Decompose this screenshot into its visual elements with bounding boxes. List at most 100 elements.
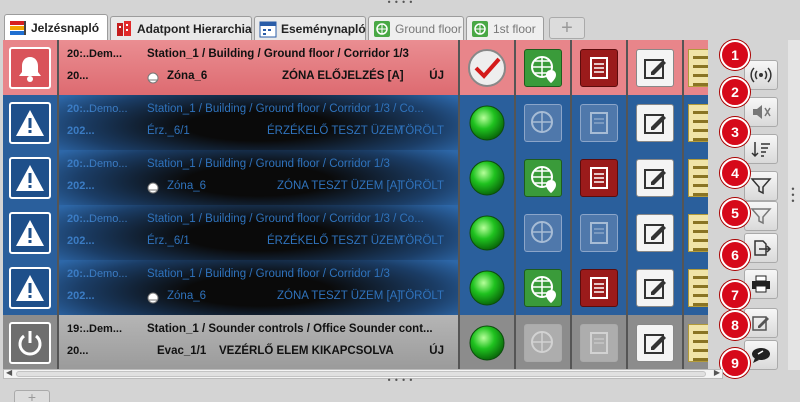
top-splitter-grip[interactable]: • • • • — [0, 0, 800, 8]
event-device: Érz._6/1 — [147, 235, 190, 247]
document-button[interactable] — [580, 49, 618, 87]
details-cell[interactable] — [684, 315, 708, 371]
document-cell — [572, 205, 628, 261]
details-list-icon — [688, 324, 708, 362]
event-type-cell — [3, 95, 59, 151]
document-button[interactable] — [580, 324, 618, 362]
edit-button[interactable] — [636, 159, 674, 197]
event-date: 20... — [67, 70, 89, 82]
edit-button[interactable] — [636, 269, 674, 307]
vertical-splitter-grip[interactable]: • • • — [787, 185, 799, 206]
event-status: ÚJ — [429, 70, 444, 82]
checkmark-icon[interactable] — [467, 48, 507, 88]
scroll-left-icon[interactable]: ◀ — [6, 368, 12, 377]
event-status: TÖRÖLT — [398, 125, 444, 137]
callout-badge-4: 4 — [720, 158, 750, 188]
document-button[interactable] — [580, 159, 618, 197]
event-path: Station_1 / Building / Ground floor / Co… — [147, 103, 424, 115]
tab-hierarchy[interactable]: Adatpont Hierarchia — [110, 16, 252, 40]
event-status: ÚJ — [429, 345, 444, 357]
locate-button[interactable] — [524, 159, 562, 197]
callout-badge-6: 6 — [720, 240, 750, 270]
tab-ground-floor[interactable]: Ground floor — [368, 16, 464, 40]
locate-button[interactable] — [524, 104, 562, 142]
document-cell — [572, 40, 628, 96]
acknowledge-cell[interactable] — [460, 40, 516, 96]
event-type-cell — [3, 315, 59, 371]
details-cell[interactable] — [684, 205, 708, 261]
event-text-cell: 20:... Station_1 / Building / Ground floo… — [59, 150, 460, 206]
detector-icon — [147, 292, 159, 304]
locate-button[interactable] — [524, 214, 562, 252]
event-source: Demo... — [89, 158, 128, 170]
scrollbar-thumb[interactable] — [16, 371, 706, 377]
table-row[interactable]: 20:... Station_1 / Building / Ground floo… — [3, 40, 708, 96]
table-row[interactable]: 19:... Station_1 / Sounder controls / Off… — [3, 315, 708, 371]
details-cell[interactable] — [684, 260, 708, 316]
details-cell[interactable] — [684, 40, 708, 96]
event-type-cell — [3, 40, 59, 96]
table-row[interactable]: 20:... Station_1 / Building / Ground floo… — [3, 150, 708, 206]
edit-button[interactable] — [636, 214, 674, 252]
bottom-splitter-grip[interactable]: • • • • — [0, 377, 800, 386]
bell-icon — [9, 47, 51, 89]
details-list-icon — [688, 104, 708, 142]
table-row[interactable]: 20:... Station_1 / Building / Ground floo… — [3, 260, 708, 316]
broadcast-button[interactable] — [744, 60, 778, 90]
print-icon — [752, 275, 770, 293]
event-message: ZÓNA TESZT ÜZEM [A] — [277, 290, 401, 302]
table-row[interactable]: 20:... Station_1 / Building / Ground floo… — [3, 95, 708, 151]
sort-button[interactable] — [744, 134, 778, 164]
event-source: Demo... — [89, 103, 128, 115]
export-icon — [754, 240, 772, 256]
edit-cell — [628, 95, 684, 151]
document-icon — [590, 222, 608, 244]
document-cell — [572, 315, 628, 371]
tab-1st-floor[interactable]: 1st floor — [466, 16, 544, 40]
event-source: Demo... — [89, 268, 128, 280]
globe-location-icon — [531, 276, 556, 303]
add-panel-button[interactable]: + — [14, 390, 50, 402]
document-button[interactable] — [580, 104, 618, 142]
edit-icon — [644, 334, 666, 354]
edit-button[interactable] — [636, 49, 674, 87]
tab-bar: Jelzésnapló Adatpont Hierarchia Eseményn… — [0, 10, 800, 41]
green-led-icon — [469, 160, 505, 196]
document-cell — [572, 150, 628, 206]
table-row[interactable]: 20:... Station_1 / Building / Ground floo… — [3, 205, 708, 261]
globe-location-icon — [531, 331, 553, 353]
add-tab-button[interactable]: + — [549, 17, 585, 39]
callout-badge-7: 7 — [720, 280, 750, 310]
tab-label: 1st floor — [493, 21, 536, 36]
event-path: Station_1 / Building / Ground floor / Co… — [147, 48, 409, 60]
tab-label: Ground floor — [395, 21, 462, 36]
scroll-right-icon[interactable]: ▶ — [714, 368, 720, 377]
details-cell[interactable] — [684, 150, 708, 206]
event-status: TÖRÖLT — [398, 180, 444, 192]
event-device: Evac_1/1 — [157, 345, 207, 357]
tab-event-journal[interactable]: Eseménynapló — [254, 16, 366, 40]
details-list-icon — [688, 214, 708, 252]
edit-button[interactable] — [636, 324, 674, 362]
floor-plan-icon — [374, 20, 390, 37]
event-date: 202... — [67, 235, 95, 247]
event-source: Demo... — [89, 213, 128, 225]
edit-button[interactable] — [636, 104, 674, 142]
mute-button[interactable] — [744, 97, 778, 127]
details-list-icon — [688, 159, 708, 197]
locate-button[interactable] — [524, 49, 562, 87]
tab-event-log[interactable]: Jelzésnapló — [4, 14, 108, 41]
broadcast-icon — [750, 67, 772, 83]
details-cell[interactable] — [684, 95, 708, 151]
locate-button[interactable] — [524, 324, 562, 362]
locate-cell — [516, 150, 572, 206]
edit-cell — [628, 315, 684, 371]
event-date: 202... — [67, 290, 95, 302]
event-log-icon — [10, 21, 26, 35]
document-button[interactable] — [580, 214, 618, 252]
locate-button[interactable] — [524, 269, 562, 307]
edit-cell — [628, 40, 684, 96]
document-button[interactable] — [580, 269, 618, 307]
event-text-cell: 19:... Station_1 / Sounder controls / Off… — [59, 315, 460, 371]
callout-badge-1: 1 — [720, 40, 750, 70]
